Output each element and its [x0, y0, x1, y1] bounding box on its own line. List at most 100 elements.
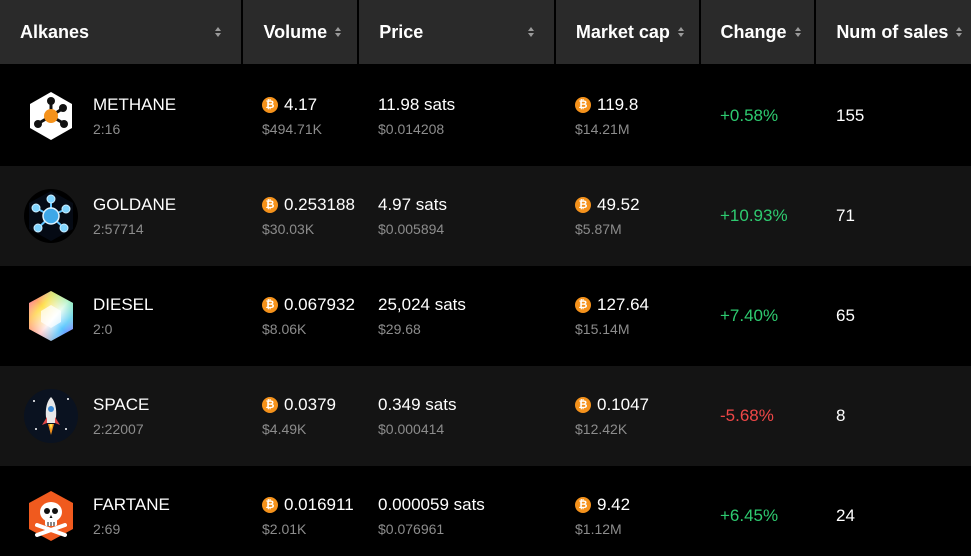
volume-cell: ₿ 4.17 $494.71K: [262, 66, 322, 166]
mcap-usd: $1.12M: [575, 520, 622, 537]
alkane-id: 2:16: [93, 120, 121, 137]
bitcoin-icon: ₿: [575, 196, 591, 213]
sales-count: 8: [836, 406, 846, 425]
header-num-sales-label: Num of sales: [836, 21, 949, 42]
sales-count: 24: [836, 506, 855, 525]
header-price[interactable]: Price: [359, 0, 554, 64]
market-cap-cell: ₿ 119.8 $14.21M: [575, 66, 638, 166]
table-row[interactable]: METHANE 2:16 ₿ 4.17 $494.71K 11.98 sats $…: [0, 66, 971, 166]
mcap-btc: 119.8: [597, 94, 639, 114]
bitcoin-icon: ₿: [575, 496, 591, 513]
price-usd: $0.000414: [378, 420, 445, 437]
alkane-id: 2:22007: [93, 420, 144, 437]
volume-btc: 0.253188: [284, 194, 355, 214]
name-cell: GOLDANE 2:57714: [24, 166, 244, 266]
sort-icon: [215, 27, 222, 37]
volume-cell: ₿ 0.0379 $4.49K: [262, 366, 336, 466]
mcap-usd: $12.42K: [575, 420, 628, 437]
change-cell: +6.45%: [720, 466, 778, 556]
name-wrap: GOLDANE 2:57714: [93, 195, 176, 238]
skull-crossbones-icon: [24, 489, 78, 543]
alkane-name[interactable]: METHANE: [93, 95, 176, 115]
price-sats: 0.349 sats: [378, 394, 457, 414]
alkane-name[interactable]: SPACE: [93, 395, 149, 415]
volume-btc: 0.016911: [284, 494, 354, 514]
name-cell: DIESEL 2:0: [24, 266, 244, 366]
change-value: +6.45%: [720, 506, 779, 525]
sort-icon: [794, 27, 801, 37]
bitcoin-icon: ₿: [575, 296, 591, 313]
alkane-id: 2:57714: [93, 220, 144, 237]
table-row[interactable]: GOLDANE 2:57714 ₿ 0.253188 $30.03K 4.97 s…: [0, 166, 971, 266]
header-num-sales[interactable]: Num of sales: [816, 0, 971, 64]
header-market-cap[interactable]: Market cap: [555, 0, 699, 64]
sales-cell: 24: [836, 466, 855, 556]
mcap-btc: 127.64: [597, 294, 649, 314]
name-wrap: METHANE 2:16: [93, 95, 176, 138]
sales-count: 155: [836, 106, 865, 125]
volume-usd: $494.71K: [262, 120, 322, 137]
price-sats: 4.97 sats: [378, 194, 447, 214]
header-change-label: Change: [720, 21, 787, 42]
market-cap-cell: ₿ 49.52 $5.87M: [575, 166, 640, 266]
sort-icon: [956, 27, 963, 37]
sales-count: 71: [836, 206, 855, 225]
methane-molecule-icon: [24, 89, 78, 143]
rocket-icon: [24, 389, 78, 443]
price-cell: 4.97 sats $0.005894: [378, 166, 447, 266]
name-wrap: FARTANE 2:69: [93, 495, 170, 538]
sales-cell: 71: [836, 166, 855, 266]
mcap-usd: $5.87M: [575, 220, 622, 237]
header-alkanes[interactable]: Alkanes: [0, 0, 242, 64]
table-row[interactable]: SPACE 2:22007 ₿ 0.0379 $4.49K 0.349 sats …: [0, 366, 971, 466]
header-change[interactable]: Change: [700, 0, 815, 64]
header-volume[interactable]: Volume: [243, 0, 358, 64]
change-cell: -5.68%: [720, 366, 774, 466]
market-cap-cell: ₿ 0.1047 $12.42K: [575, 366, 649, 466]
change-cell: +7.40%: [720, 266, 778, 366]
volume-btc: 0.0379: [284, 394, 336, 414]
price-sats: 25,024 sats: [378, 294, 466, 314]
change-cell: +10.93%: [720, 166, 788, 266]
bitcoin-icon: ₿: [575, 396, 591, 413]
sort-icon: [527, 27, 534, 37]
mcap-btc: 0.1047: [597, 394, 649, 414]
header-market-cap-label: Market cap: [575, 21, 670, 42]
price-sats: 11.98 sats: [378, 94, 456, 114]
bitcoin-icon: ₿: [262, 96, 278, 113]
change-value: +7.40%: [720, 306, 779, 325]
alkane-name[interactable]: FARTANE: [93, 495, 170, 515]
price-cell: 25,024 sats $29.68: [378, 266, 466, 366]
bitcoin-icon: ₿: [262, 496, 278, 513]
alkanes-table: Alkanes Volume Price Market cap Change N…: [0, 0, 971, 556]
name-wrap: SPACE 2:22007: [93, 395, 149, 438]
name-wrap: DIESEL 2:0: [93, 295, 153, 338]
price-cell: 0.000059 sats $0.076961: [378, 466, 485, 556]
price-usd: $0.005894: [378, 220, 445, 237]
price-usd: $29.68: [378, 320, 421, 337]
alkane-name[interactable]: DIESEL: [93, 295, 153, 315]
volume-usd: $4.49K: [262, 420, 307, 437]
name-cell: FARTANE 2:69: [24, 466, 244, 556]
bitcoin-icon: ₿: [262, 196, 278, 213]
sort-icon: [677, 27, 684, 37]
mcap-usd: $14.21M: [575, 120, 630, 137]
change-cell: +0.58%: [720, 66, 778, 166]
change-value: -5.68%: [720, 406, 774, 425]
header-alkanes-label: Alkanes: [20, 21, 90, 42]
sales-cell: 155: [836, 66, 864, 166]
alkane-id: 2:69: [93, 520, 121, 537]
mcap-btc: 9.42: [597, 494, 631, 514]
alkane-name[interactable]: GOLDANE: [93, 195, 176, 215]
sales-cell: 8: [836, 366, 845, 466]
price-cell: 0.349 sats $0.000414: [378, 366, 456, 466]
table-row[interactable]: FARTANE 2:69 ₿ 0.016911 $2.01K 0.000059 s…: [0, 466, 971, 556]
sort-icon: [335, 27, 342, 37]
mcap-btc: 49.52: [597, 194, 640, 214]
bitcoin-icon: ₿: [575, 96, 591, 113]
table-row[interactable]: DIESEL 2:0 ₿ 0.067932 $8.06K 25,024 sats …: [0, 266, 971, 366]
crystal-molecule-icon: [24, 189, 78, 243]
change-value: +0.58%: [720, 106, 779, 125]
alkane-id: 2:0: [93, 320, 113, 337]
volume-cell: ₿ 0.253188 $30.03K: [262, 166, 355, 266]
